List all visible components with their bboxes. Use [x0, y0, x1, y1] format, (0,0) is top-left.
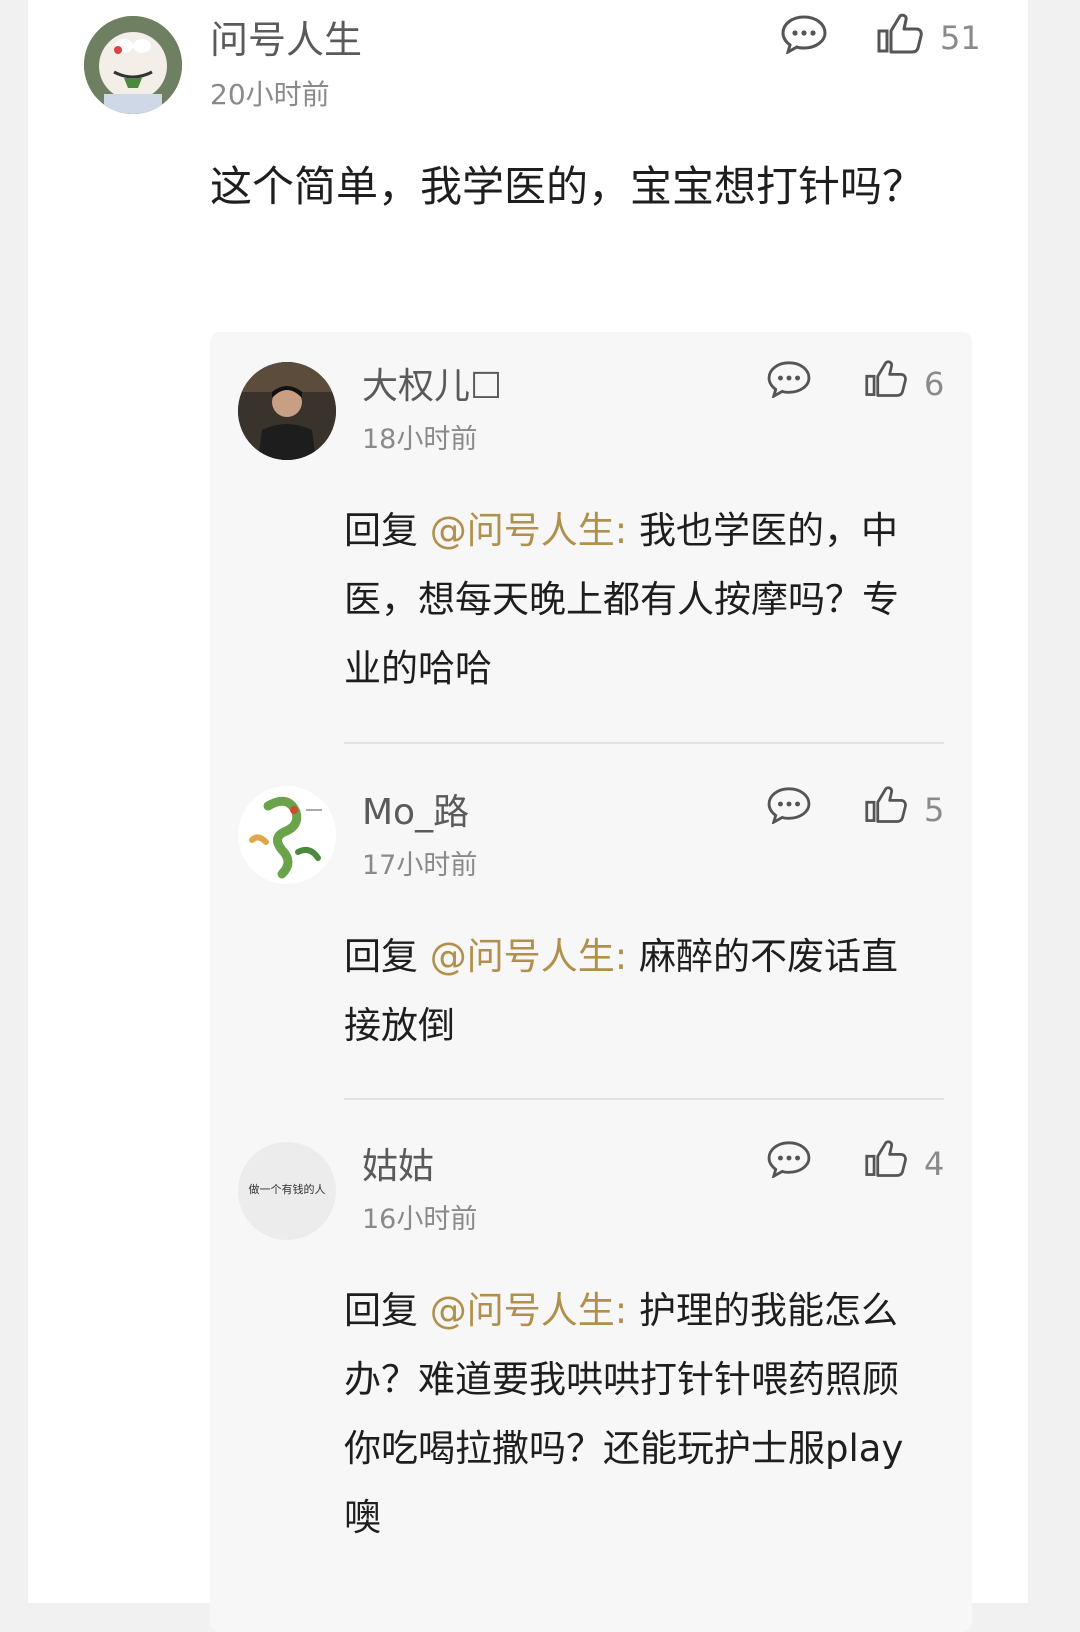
author-name[interactable]: 姑姑 [362, 1146, 434, 1188]
comment-bubble-icon [767, 1141, 811, 1180]
comment-icon[interactable] [780, 14, 828, 58]
avatar-image [238, 786, 336, 884]
avatar[interactable] [238, 362, 336, 460]
reply-list: 大权儿☐ 18小时前 6 回复 @问号人生: 我也学医的，中医，想每天晚上都有人… [210, 332, 972, 1632]
like-count: 51 [940, 19, 981, 57]
author-name[interactable]: 问号人生 [210, 18, 362, 62]
comment-text: 这个简单，我学医的，宝宝想打针吗？ [210, 162, 925, 211]
like-button[interactable] [864, 358, 908, 404]
reply-time: 16小时前 [362, 1204, 478, 1235]
like-button[interactable] [864, 784, 908, 830]
reply-text: 回复 @问号人生: 我也学医的，中医，想每天晚上都有人按摩吗？专业的哈哈 [344, 496, 904, 703]
reply-text: 回复 @问号人生: 护理的我能怎么办？难道要我哄哄打针针喂药照顾你吃喝拉撒吗？还… [344, 1276, 914, 1552]
comment-time: 20小时前 [210, 78, 330, 111]
comment-bubble-icon [767, 787, 811, 826]
like-button[interactable] [864, 1138, 908, 1184]
thumbs-up-icon [865, 360, 907, 397]
reply-time: 17小时前 [362, 850, 478, 881]
like-count: 4 [924, 1145, 945, 1183]
author-name[interactable]: 大权儿☐ [362, 366, 502, 408]
reply-time: 18小时前 [362, 424, 478, 455]
divider [344, 1098, 944, 1100]
thumbs-up-icon [877, 13, 923, 54]
divider [344, 742, 944, 744]
comment-icon[interactable] [766, 360, 812, 402]
mention-link[interactable]: @问号人生: [430, 1289, 627, 1332]
comment-icon[interactable] [766, 786, 812, 828]
comment-bubble-icon [781, 15, 827, 56]
avatar-text: 做一个有钱的人 [248, 1183, 326, 1196]
thumbs-up-icon [865, 786, 907, 823]
comment-card: 问号人生 20小时前 51 这个简单，我学医的，宝宝想打针吗？ 大权儿☐ 18小… [28, 0, 1028, 1632]
author-name[interactable]: Mo_路 [362, 792, 469, 834]
avatar[interactable] [84, 16, 182, 114]
reply-prefix: 回复 [344, 509, 430, 552]
avatar[interactable]: 做一个有钱的人 [238, 1142, 336, 1240]
reply-prefix: 回复 [344, 935, 430, 978]
mention-link[interactable]: @问号人生: [430, 509, 627, 552]
avatar-image [84, 16, 182, 114]
like-count: 6 [924, 365, 945, 403]
reply-prefix: 回复 [344, 1289, 430, 1332]
reply-text: 回复 @问号人生: 麻醉的不废话直接放倒 [344, 922, 904, 1060]
comment-icon[interactable] [766, 1140, 812, 1182]
mention-link[interactable]: @问号人生: [430, 935, 627, 978]
comment-bubble-icon [767, 361, 811, 400]
like-count: 5 [924, 791, 945, 829]
avatar[interactable] [238, 786, 336, 884]
thumbs-up-icon [865, 1140, 907, 1177]
like-button[interactable] [876, 12, 924, 60]
avatar-image [238, 362, 336, 460]
